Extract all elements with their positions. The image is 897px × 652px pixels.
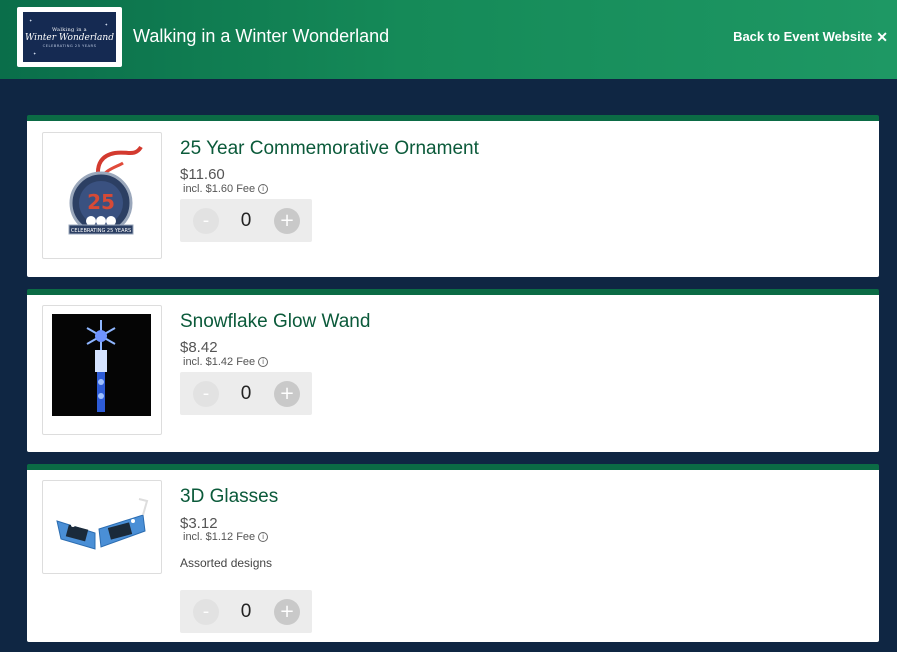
product-image: [42, 305, 162, 435]
logo-text-sub: CELEBRATING 25 YEARS: [42, 42, 97, 48]
increase-quantity-button[interactable]: +: [274, 208, 300, 234]
star-icon: ✦: [29, 18, 33, 23]
event-title: Walking in a Winter Wonderland: [133, 26, 390, 46]
product-name: Snowflake Glow Wand: [180, 311, 371, 332]
quantity-value: 0: [240, 383, 252, 404]
back-to-event-link[interactable]: Back to Event Website ✕: [733, 29, 888, 44]
product-price: $11.60: [180, 166, 225, 183]
product-fee: incl. $1.42 Fee i: [183, 356, 269, 368]
product-description: Assorted designs: [180, 556, 273, 570]
logo-text-main: Winter Wonderland: [25, 32, 114, 43]
product-fee: incl. $1.12 Fee i: [183, 531, 269, 543]
svg-text:CELEBRATING 25 YEARS: CELEBRATING 25 YEARS: [71, 228, 131, 234]
ornament-image: 25 CELEBRATING 25 YEARS: [68, 145, 143, 235]
increase-quantity-button[interactable]: +: [274, 381, 300, 407]
product-image: 25 CELEBRATING 25 YEARS: [42, 132, 162, 259]
fee-label: incl. $1.42 Fee: [183, 356, 256, 368]
close-icon: ✕: [876, 28, 888, 45]
product-card: 3D Glasses $3.12 incl. $1.12 Fee i Assor…: [27, 464, 879, 642]
fee-label: incl. $1.60 Fee: [183, 183, 256, 195]
decrease-quantity-button[interactable]: -: [193, 381, 219, 407]
product-card: 25 CELEBRATING 25 YEARS 25 Year Commemor…: [27, 115, 879, 277]
quantity-value: 0: [240, 601, 252, 622]
increase-quantity-button[interactable]: +: [274, 599, 300, 625]
event-logo[interactable]: ✦ ✦ ✦ Walking in a Winter Wonderland CEL…: [17, 7, 122, 67]
info-icon[interactable]: i: [258, 184, 269, 194]
decrease-quantity-button[interactable]: -: [193, 599, 219, 625]
product-name: 3D Glasses: [180, 486, 279, 507]
info-icon[interactable]: i: [258, 532, 269, 542]
svg-text:25: 25: [87, 190, 115, 214]
product-card: Snowflake Glow Wand $8.42 incl. $1.42 Fe…: [27, 289, 879, 452]
info-icon[interactable]: i: [258, 357, 269, 367]
star-icon: ✦: [33, 51, 37, 56]
3d-glasses-image: [56, 498, 149, 550]
product-fee: incl. $1.60 Fee i: [183, 183, 269, 195]
fee-label: incl. $1.12 Fee: [183, 531, 256, 543]
back-link-label: Back to Event Website: [733, 29, 873, 44]
star-icon: ✦: [104, 22, 108, 27]
quantity-stepper: - 0 +: [180, 590, 312, 633]
product-name: 25 Year Commemorative Ornament: [180, 138, 479, 159]
product-image: [42, 480, 162, 574]
glow-wand-image: [52, 314, 151, 416]
quantity-stepper: - 0 +: [180, 199, 312, 242]
product-price: $3.12: [180, 515, 218, 532]
header-bar: ✦ ✦ ✦ Walking in a Winter Wonderland CEL…: [0, 0, 897, 79]
quantity-stepper: - 0 +: [180, 372, 312, 415]
decrease-quantity-button[interactable]: -: [193, 208, 219, 234]
product-price: $8.42: [180, 339, 218, 356]
logo-banner: ✦ ✦ ✦ Walking in a Winter Wonderland CEL…: [23, 12, 116, 62]
quantity-value: 0: [240, 210, 252, 231]
